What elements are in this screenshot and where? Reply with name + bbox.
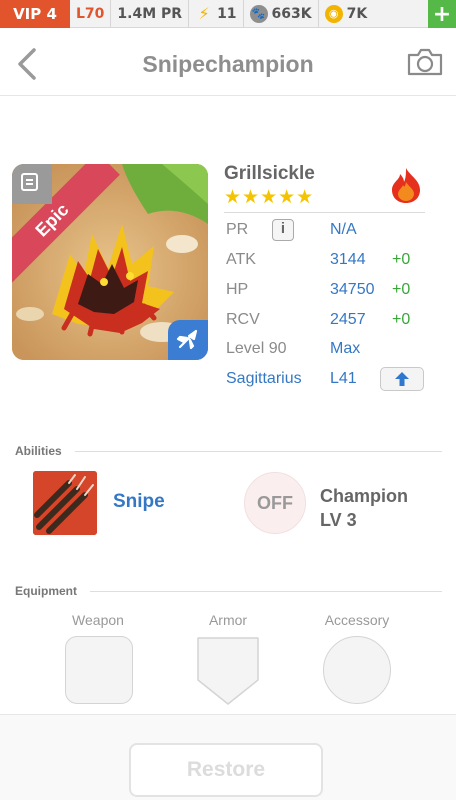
rcv-value: 2457 <box>330 311 366 328</box>
equipment-divider <box>90 591 442 592</box>
coin-icon: ◉ <box>324 4 343 23</box>
hp-label: HP <box>226 281 249 298</box>
lightning-icon: ⚡ <box>198 4 210 23</box>
accessory-slot[interactable] <box>323 636 391 704</box>
info-icon[interactable]: i <box>272 219 294 241</box>
abilities-heading: Abilities <box>15 444 62 458</box>
status-bar: VIP 4 L70 1.4M PR ⚡ 11 🐾 663K ◉ 7K + <box>0 0 456 28</box>
arrow-up-icon <box>395 372 409 386</box>
equipment-heading: Equipment <box>15 584 77 598</box>
accessory-label: Accessory <box>324 612 390 628</box>
vip-badge[interactable]: VIP 4 <box>0 0 70 28</box>
star-rating: ★★★★★ <box>224 187 315 208</box>
champion-ability: Champion LV 3 <box>320 484 408 532</box>
atk-label: ATK <box>226 251 256 268</box>
constellation-link[interactable]: Sagittarius <box>226 370 302 388</box>
paw-value: 663K <box>271 5 312 22</box>
champion-name: Champion <box>320 486 408 506</box>
class-badge <box>168 320 208 360</box>
monster-portrait[interactable]: Epic <box>12 164 208 360</box>
atk-bonus: +0 <box>392 251 411 268</box>
restore-button[interactable]: Restore <box>129 743 323 797</box>
page-title: Snipechampion <box>142 51 314 77</box>
plane-icon <box>176 329 198 350</box>
document-icon <box>21 173 38 191</box>
pr-label: PR <box>226 221 249 238</box>
champion-level: LV 3 <box>320 510 357 530</box>
atk-value: 3144 <box>330 251 366 268</box>
camera-icon[interactable] <box>406 47 444 77</box>
stat-row-rcv: RCV 2457 +0 <box>224 311 434 333</box>
level-value: Max <box>330 340 361 357</box>
stat-row-hp: HP 34750 +0 <box>224 281 434 303</box>
power-rating: 1.4M PR <box>111 0 190 28</box>
hp-value: 34750 <box>330 281 375 298</box>
weapon-slot[interactable] <box>65 636 133 704</box>
hp-bonus: +0 <box>392 281 411 298</box>
snipe-ability-icon[interactable] <box>33 471 97 535</box>
abilities-divider <box>75 451 442 452</box>
paw-counter[interactable]: 🐾 663K <box>244 0 319 28</box>
ability-name-snipe[interactable]: Snipe <box>113 491 165 513</box>
monster-name: Grillsickle <box>224 163 315 184</box>
weapon-label: Weapon <box>72 612 124 628</box>
arrows-icon <box>33 471 97 535</box>
player-level: L70 <box>70 0 112 28</box>
energy-value: 11 <box>217 5 237 22</box>
coin-counter[interactable]: ◉ 7K <box>319 0 374 28</box>
nav-header: Snipechampion <box>0 29 456 96</box>
stat-row-constellation: Sagittarius L41 <box>224 367 434 392</box>
armor-slot[interactable] <box>194 636 262 706</box>
divider <box>224 212 425 213</box>
stat-row-pr: PR i N/A <box>224 219 434 243</box>
rcv-label: RCV <box>226 311 260 328</box>
champion-ability-icon[interactable]: OFF <box>244 472 306 534</box>
rcv-bonus: +0 <box>392 311 411 328</box>
armor-label: Armor <box>208 612 248 628</box>
level-label: Level 90 <box>226 340 287 357</box>
energy-counter[interactable]: ⚡ 11 <box>189 0 244 28</box>
pr-value: N/A <box>330 221 357 238</box>
stat-row-atk: ATK 3144 +0 <box>224 251 434 273</box>
plus-icon[interactable]: + <box>428 0 456 28</box>
fire-icon <box>392 168 420 203</box>
coin-value: 7K <box>346 5 368 22</box>
paw-icon: 🐾 <box>249 4 268 23</box>
upgrade-button[interactable] <box>380 367 424 391</box>
stat-row-level: Level 90 Max <box>224 340 434 362</box>
constellation-level: L41 <box>330 370 357 387</box>
ability-state-off: OFF <box>257 492 293 513</box>
